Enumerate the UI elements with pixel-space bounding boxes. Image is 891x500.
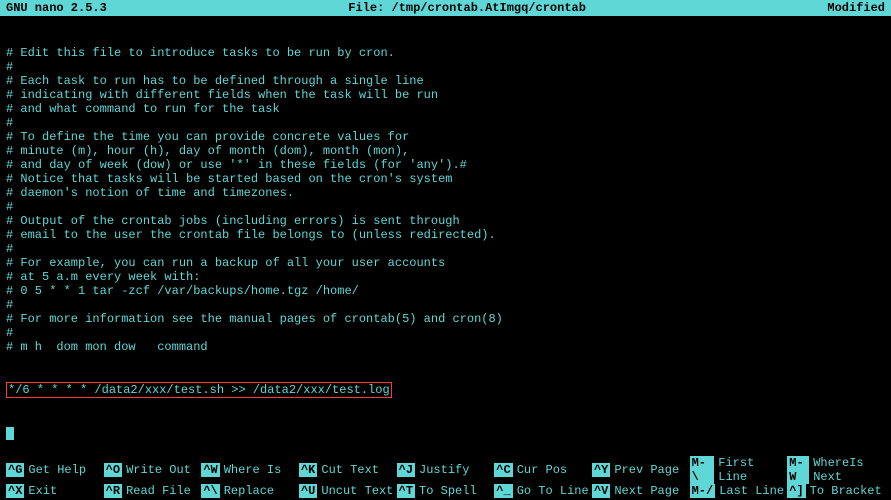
help-label: Prev Page <box>614 463 679 477</box>
help-key: ^T <box>397 484 415 498</box>
help-key: ^] <box>787 484 805 498</box>
file-line: # email to the user the crontab file bel… <box>6 228 885 242</box>
file-line: # indicating with different fields when … <box>6 88 885 102</box>
help-shortcut: M-\First Line <box>690 456 788 484</box>
help-key: M-\ <box>690 456 715 484</box>
help-label: Justify <box>419 463 469 477</box>
file-line: # Each task to run has to be defined thr… <box>6 74 885 88</box>
help-shortcut: ^O Write Out <box>104 456 202 484</box>
file-line: # <box>6 326 885 340</box>
file-line: # Output of the crontab jobs (including … <box>6 214 885 228</box>
file-line: # <box>6 242 885 256</box>
modified-status: Modified <box>827 1 885 15</box>
file-line: # <box>6 116 885 130</box>
file-line: # <box>6 200 885 214</box>
file-line: # and what command to run for the task <box>6 102 885 116</box>
help-shortcut: M-/Last Line <box>690 484 788 498</box>
file-line: # minute (m), hour (h), day of month (do… <box>6 144 885 158</box>
help-key: ^C <box>494 463 512 477</box>
cursor-line <box>6 426 885 440</box>
help-label: Exit <box>28 484 57 498</box>
help-key: ^J <box>397 463 415 477</box>
help-key: ^R <box>104 484 122 498</box>
shortcut-help-bar: ^G Get Help ^O Write Out ^W Where Is ^K Cut Tex… <box>0 456 891 500</box>
help-label: Where Is <box>224 463 282 477</box>
help-key: ^V <box>592 484 610 498</box>
app-name: GNU nano 2.5.3 <box>6 1 107 15</box>
help-key: ^\ <box>201 484 219 498</box>
file-line: # <box>6 60 885 74</box>
crontab-entry-line: */6 * * * * /data2/xxx/test.sh >> /data2… <box>6 382 885 398</box>
help-shortcut: ^\ Replace <box>201 484 299 498</box>
file-line: # To define the time you can provide con… <box>6 130 885 144</box>
file-line: # 0 5 * * 1 tar -zcf /var/backups/home.t… <box>6 284 885 298</box>
help-shortcut: ^_ Go To Line <box>494 484 592 498</box>
title-bar: GNU nano 2.5.3 File: /tmp/crontab.AtImgq… <box>0 0 891 16</box>
help-shortcut: ^V Next Page <box>592 484 690 498</box>
file-line: # and day of week (dow) or use '*' in th… <box>6 158 885 172</box>
help-shortcut: ^R Read File <box>104 484 202 498</box>
help-key: ^Y <box>592 463 610 477</box>
help-key: M-W <box>787 456 809 484</box>
help-key: ^K <box>299 463 317 477</box>
help-label: First Line <box>718 456 787 484</box>
highlighted-cron-line: */6 * * * * /data2/xxx/test.sh >> /data2… <box>6 382 392 398</box>
file-name: File: /tmp/crontab.AtImgq/crontab <box>107 1 828 15</box>
help-key: ^X <box>6 484 24 498</box>
help-shortcut: ^Y Prev Page <box>592 456 690 484</box>
editor-viewport[interactable]: # Edit this file to introduce tasks to b… <box>0 16 891 456</box>
help-label: Cut Text <box>321 463 379 477</box>
help-key: ^_ <box>494 484 512 498</box>
help-label: Write Out <box>126 463 191 477</box>
help-label: Replace <box>224 484 274 498</box>
file-line: # Edit this file to introduce tasks to b… <box>6 46 885 60</box>
help-label: Next Page <box>614 484 679 498</box>
help-key: M-/ <box>690 484 716 498</box>
help-key: ^O <box>104 463 122 477</box>
help-shortcut: ^W Where Is <box>201 456 299 484</box>
help-label: Last Line <box>719 484 784 498</box>
help-shortcut: ^C Cur Pos <box>494 456 592 484</box>
help-label: Read File <box>126 484 191 498</box>
file-line: # Notice that tasks will be started base… <box>6 172 885 186</box>
help-shortcut: ^] To Bracket <box>787 484 885 498</box>
help-shortcut: ^K Cut Text <box>299 456 397 484</box>
help-label: WhereIs Next <box>813 456 885 484</box>
help-label: To Bracket <box>810 484 882 498</box>
help-label: Cur Pos <box>517 463 567 477</box>
file-line: # For more information see the manual pa… <box>6 312 885 326</box>
file-line: # daemon's notion of time and timezones. <box>6 186 885 200</box>
help-label: Go To Line <box>517 484 589 498</box>
help-shortcut: ^J Justify <box>397 456 495 484</box>
help-shortcut: ^G Get Help <box>6 456 104 484</box>
help-shortcut: ^T To Spell <box>397 484 495 498</box>
help-shortcut: ^U Uncut Text <box>299 484 397 498</box>
help-label: Get Help <box>28 463 86 477</box>
help-shortcut: M-WWhereIs Next <box>787 456 885 484</box>
file-line: # For example, you can run a backup of a… <box>6 256 885 270</box>
help-key: ^G <box>6 463 24 477</box>
text-cursor <box>6 427 14 440</box>
file-line: # <box>6 298 885 312</box>
file-line: # at 5 a.m every week with: <box>6 270 885 284</box>
help-shortcut: ^X Exit <box>6 484 104 498</box>
help-key: ^W <box>201 463 219 477</box>
file-line: # m h dom mon dow command <box>6 340 885 354</box>
help-key: ^U <box>299 484 317 498</box>
help-label: Uncut Text <box>321 484 393 498</box>
help-label: To Spell <box>419 484 477 498</box>
